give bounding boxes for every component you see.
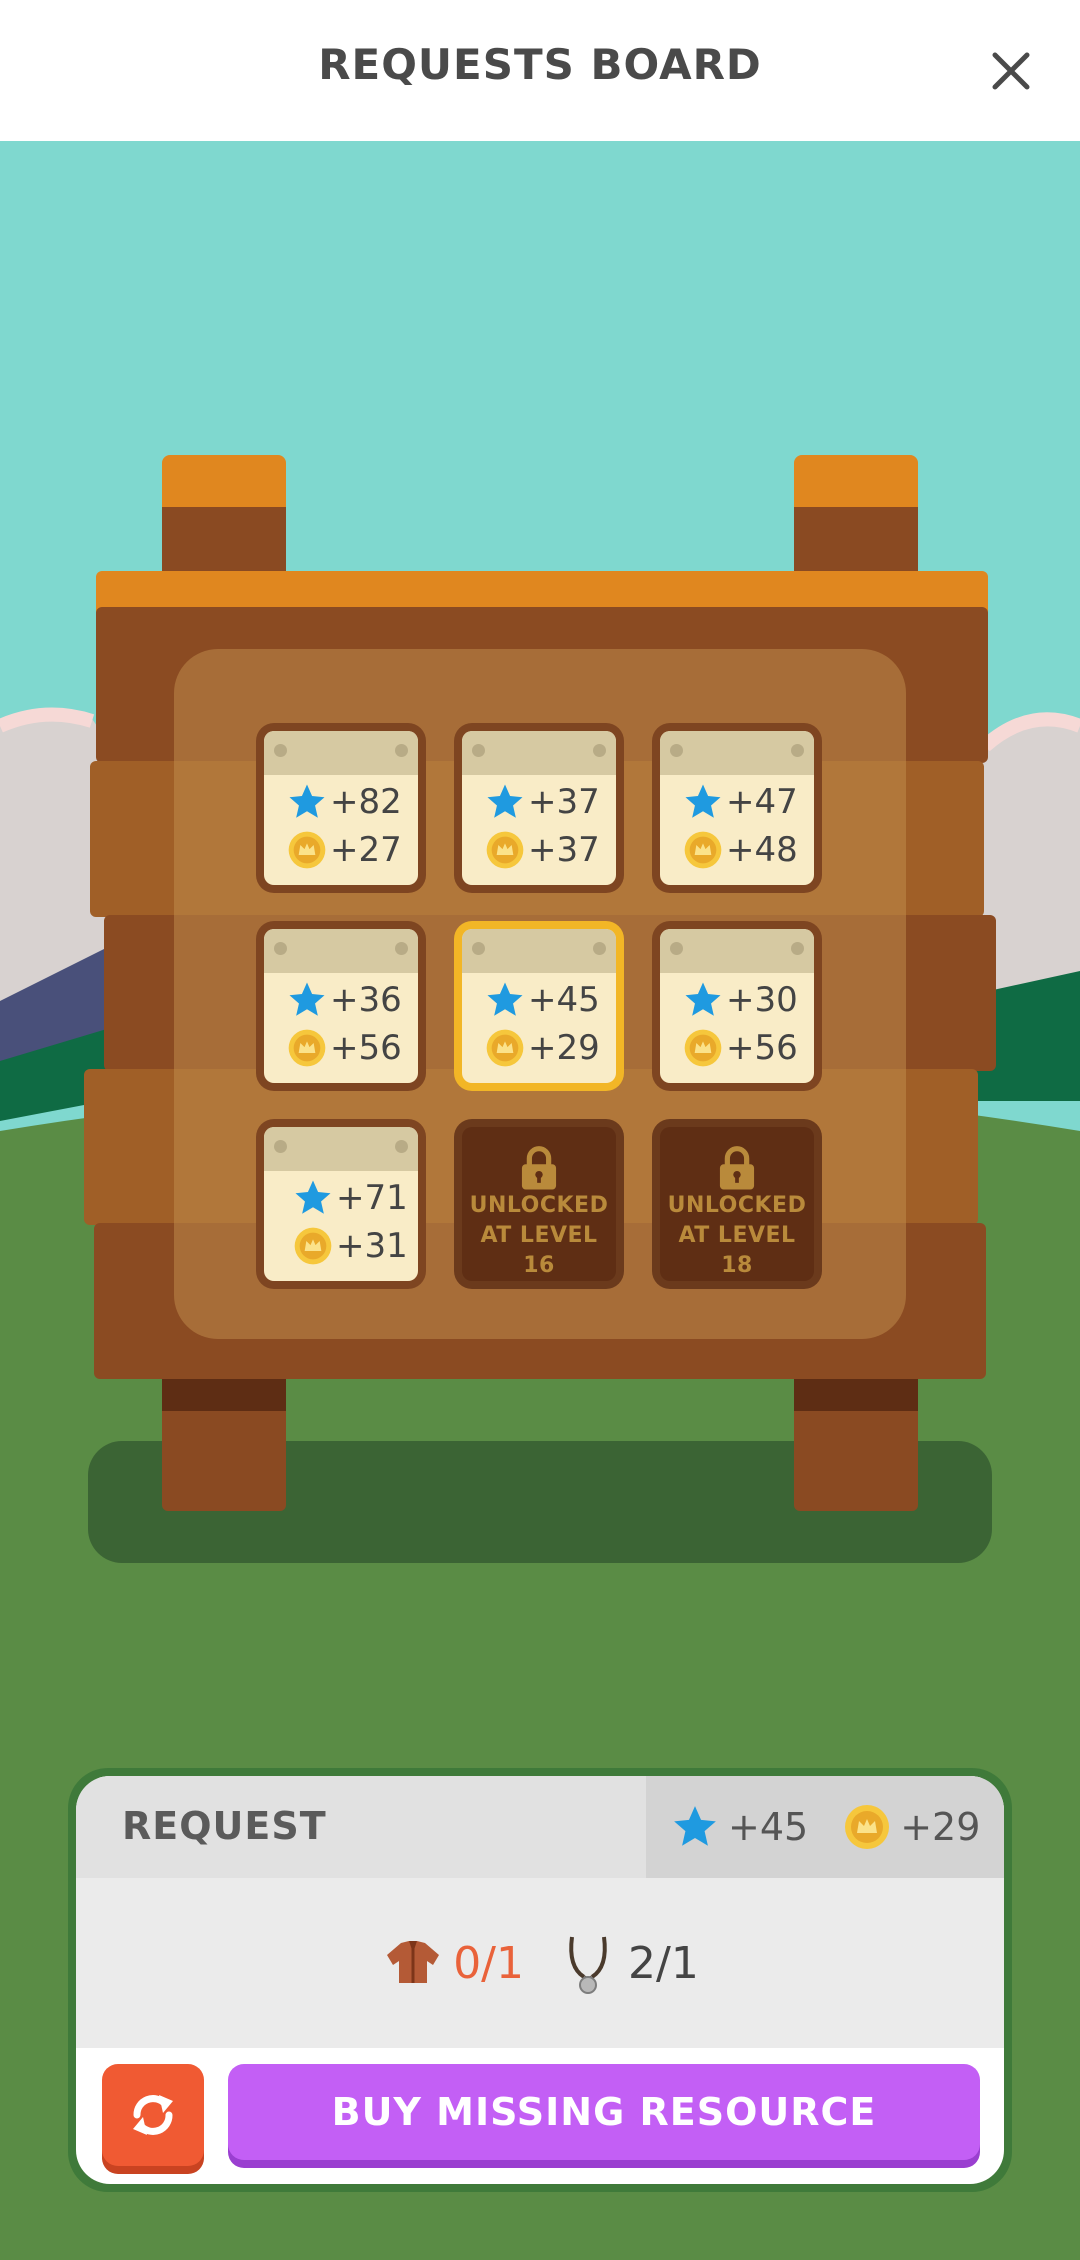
tile-paper: +82 +27	[264, 731, 418, 885]
pin-icon	[472, 942, 485, 955]
tile-paper: +45 +29	[462, 929, 616, 1083]
pin-icon	[472, 744, 485, 757]
request-tile-5-selected[interactable]: +45 +29	[454, 921, 624, 1091]
pin-icon	[395, 744, 408, 757]
star-icon	[682, 781, 724, 823]
request-tile-3[interactable]: +47 +48	[652, 723, 822, 893]
coin-icon	[286, 1027, 328, 1069]
lock-label-line1: UNLOCKED	[469, 1193, 609, 1218]
header-bar: REQUESTS BOARD	[0, 0, 1080, 141]
lock-label-line2: AT LEVEL 16	[480, 1223, 598, 1278]
request-label: REQUEST	[122, 1804, 327, 1848]
tile-paper: +47 +48	[660, 731, 814, 885]
coin-icon	[484, 1027, 526, 1069]
buy-missing-resource-button[interactable]: BUY MISSING RESOURCE	[228, 2064, 980, 2160]
request-tile-4[interactable]: +36 +56	[256, 921, 426, 1091]
lock-label-line2: AT LEVEL 18	[678, 1223, 796, 1278]
leather-jacket-icon	[381, 1931, 445, 1995]
tile-stars: +71	[336, 1178, 408, 1218]
locked-tile-level-16: UNLOCKED AT LEVEL 16	[454, 1119, 624, 1289]
request-header: REQUEST +45 +29	[76, 1776, 1004, 1878]
pin-icon	[791, 942, 804, 955]
refresh-icon	[133, 2095, 173, 2135]
requests-board: +82 +27 +37 +37 +47 +48 +36 +56 +45 +29 …	[0, 141, 1080, 1741]
tile-paper: +30 +56	[660, 929, 814, 1083]
coin-icon	[682, 1027, 724, 1069]
star-icon	[286, 979, 328, 1021]
tile-coins: +27	[330, 830, 402, 870]
coin-icon	[292, 1225, 334, 1267]
tile-stars: +47	[726, 782, 798, 822]
tile-coins: +56	[726, 1028, 798, 1068]
tile-coins: +56	[330, 1028, 402, 1068]
pin-icon	[593, 942, 606, 955]
star-icon	[670, 1802, 720, 1852]
locked-tile-level-18: UNLOCKED AT LEVEL 18	[652, 1119, 822, 1289]
tile-paper: +37 +37	[462, 731, 616, 885]
tile-coins: +31	[336, 1226, 408, 1266]
tile-stars: +45	[528, 980, 600, 1020]
required-resources: 0/1 2/1	[76, 1878, 1004, 2048]
reward-coins: +29	[900, 1805, 981, 1849]
request-rewards: +45 +29	[646, 1776, 1004, 1878]
coin-icon	[842, 1802, 892, 1852]
star-icon	[682, 979, 724, 1021]
tile-paper: +71 +31	[264, 1127, 418, 1281]
pin-icon	[395, 1140, 408, 1153]
padlock-icon	[521, 1146, 557, 1190]
pin-icon	[274, 942, 287, 955]
close-icon	[992, 52, 1030, 90]
close-button[interactable]	[980, 40, 1042, 102]
tile-coins: +48	[726, 830, 798, 870]
resource-count: 0/1	[453, 1937, 524, 1989]
resource-leather-jacket: 0/1	[381, 1931, 524, 1995]
page-title: REQUESTS BOARD	[318, 40, 762, 89]
pin-icon	[670, 942, 683, 955]
pin-icon	[593, 744, 606, 757]
tile-stars: +30	[726, 980, 798, 1020]
star-icon	[484, 781, 526, 823]
pin-icon	[274, 744, 287, 757]
pin-icon	[274, 1140, 287, 1153]
request-tile-2[interactable]: +37 +37	[454, 723, 624, 893]
request-tile-6[interactable]: +30 +56	[652, 921, 822, 1091]
pin-icon	[670, 744, 683, 757]
necklace-icon	[556, 1931, 620, 1995]
star-icon	[286, 781, 328, 823]
star-icon	[484, 979, 526, 1021]
refresh-button[interactable]	[102, 2064, 204, 2166]
tile-stars: +37	[528, 782, 600, 822]
request-panel: REQUEST +45 +29 0/1 2/1 BUY MISSING RESO…	[68, 1768, 1012, 2192]
coin-icon	[286, 829, 328, 871]
lock-label-line1: UNLOCKED	[667, 1193, 807, 1218]
coin-icon	[484, 829, 526, 871]
padlock-icon	[719, 1146, 755, 1190]
tile-stars: +82	[330, 782, 402, 822]
star-icon	[292, 1177, 334, 1219]
tile-stars: +36	[330, 980, 402, 1020]
resource-necklace: 2/1	[556, 1931, 699, 1995]
pin-icon	[791, 744, 804, 757]
resource-count: 2/1	[628, 1937, 699, 1989]
tile-coins: +37	[528, 830, 600, 870]
tile-paper: +36 +56	[264, 929, 418, 1083]
reward-stars: +45	[728, 1805, 809, 1849]
request-tile-7[interactable]: +71 +31	[256, 1119, 426, 1289]
pin-icon	[395, 942, 408, 955]
coin-icon	[682, 829, 724, 871]
request-tile-1[interactable]: +82 +27	[256, 723, 426, 893]
tile-coins: +29	[528, 1028, 600, 1068]
